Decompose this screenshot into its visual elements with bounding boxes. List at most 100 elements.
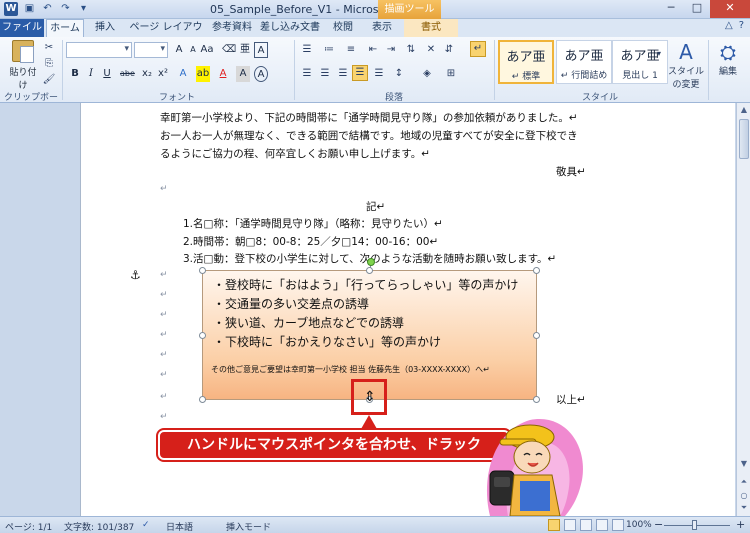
shading-icon[interactable]: ◈ [420,67,434,80]
quick-access-toolbar: ▣ ↶ ↷ ▾ [22,2,91,16]
clear-formatting-button[interactable]: ⌫ [222,42,236,58]
rotation-handle[interactable] [367,258,375,266]
asian-layout-icon[interactable]: ✕ [424,43,438,56]
resize-handle-bottom-right[interactable] [533,396,540,403]
multilevel-list-icon[interactable]: ≡ [344,43,358,56]
italic-button[interactable]: I [84,66,98,82]
list-item: 1.名□称：「通学時間見守り隊」（略称：見守りたい）↵ [183,218,443,230]
copy-icon[interactable]: ⎘ [42,57,56,70]
character-border-button[interactable]: A [254,42,268,58]
borders-icon[interactable]: ⊞ [444,67,458,80]
prev-page-icon[interactable]: ⏶ [739,477,749,487]
show-formatting-marks-icon[interactable]: ↵ [470,41,486,57]
proofing-icon[interactable]: ✓ [142,520,150,530]
cut-icon[interactable]: ✂ [42,41,56,54]
page-count[interactable]: ページ: 1/1 [5,520,52,533]
zoom-in-button[interactable]: + [736,518,745,531]
undo-icon[interactable]: ↶ [40,2,55,16]
word-count[interactable]: 文字数: 101/387 [64,520,134,533]
decrease-indent-icon[interactable]: ⇤ [366,43,380,56]
justify-icon[interactable]: ☰ [352,65,368,81]
shrink-font-button[interactable]: A [186,42,200,58]
scroll-thumb[interactable] [739,119,749,159]
increase-indent-icon[interactable]: ⇥ [384,43,398,56]
drawing-tools-context-label: 描画ツール [378,0,441,19]
resize-handle-top[interactable] [366,267,373,274]
strikethrough-button[interactable]: abe [120,66,135,82]
sort-icon[interactable]: ⇵ [442,43,456,56]
character-shading-button[interactable]: A [236,66,250,82]
font-name-combo[interactable] [66,42,132,58]
distributed-icon[interactable]: ☰ [372,67,386,80]
phonetic-guide-button[interactable]: 亜 [238,42,252,58]
browse-object-icon[interactable]: ○ [739,491,749,500]
collapse-ribbon-icon[interactable]: △ [725,20,733,31]
minimize-button[interactable]: ─ [658,0,684,18]
scroll-down-arrow[interactable]: ▼ [739,459,749,468]
bold-button[interactable]: B [68,66,82,82]
change-styles-button[interactable]: A スタイルの変更 [666,40,706,90]
style-normal[interactable]: あア亜 ↵ 標準 [498,40,554,84]
subscript-button[interactable]: x₂ [140,66,154,82]
paragraph-group-label: 段落 [384,93,403,103]
resize-handle-bottom-left[interactable] [199,396,206,403]
numbering-icon[interactable]: ≔ [322,43,336,56]
paste-button[interactable]: 貼り付け [6,40,40,91]
instruction-callout: ハンドルにマウスポインタを合わせ、ドラック [158,430,510,460]
tab-mailings[interactable]: 差し込み文書 [258,19,322,37]
tab-insert[interactable]: 挿入 [88,19,122,37]
zoom-out-button[interactable]: − [654,518,663,531]
tab-references[interactable]: 参考資料 [208,19,256,37]
redo-icon[interactable]: ↷ [58,2,73,16]
text-effects-button[interactable]: A [176,66,190,82]
underline-button[interactable]: U [100,66,114,82]
zoom-slider-track[interactable] [664,525,730,526]
editing-button[interactable]: ⛭ 編集 [712,40,744,77]
change-case-button[interactable]: Aa [200,42,214,58]
resize-handle-top-right[interactable] [533,267,540,274]
scroll-up-arrow[interactable]: ▲ [739,105,749,114]
bullets-icon[interactable]: ☰ [300,43,314,56]
tab-view[interactable]: 表示 [362,19,402,37]
outline-view-icon[interactable] [596,519,608,531]
font-color-button[interactable]: A [216,66,230,82]
tab-page-layout[interactable]: ページ レイアウト [126,19,206,51]
align-center-icon[interactable]: ☰ [318,67,332,80]
resize-handle-right[interactable] [533,332,540,339]
tab-format[interactable]: 書式 [404,19,458,37]
word-app-icon[interactable]: W [4,2,18,16]
align-right-icon[interactable]: ☰ [336,67,350,80]
customize-icon[interactable]: ▾ [76,2,91,16]
change-styles-label: スタイルの変更 [667,67,704,90]
insert-mode-indicator[interactable]: 挿入モード [226,520,271,533]
resize-handle-left[interactable] [199,332,206,339]
style-no-spacing[interactable]: あア亜 ↵ 行間詰め [556,40,612,84]
help-icon[interactable]: ? [739,20,744,31]
tab-file[interactable]: ファイル [0,19,44,37]
line-spacing-icon[interactable]: ↕ [392,67,406,80]
language-indicator[interactable]: 日本語 [166,520,193,533]
maximize-button[interactable]: □ [684,0,710,18]
grow-font-button[interactable]: A [172,42,186,58]
superscript-button[interactable]: x² [156,66,170,82]
next-page-icon[interactable]: ⏷ [739,503,749,513]
align-left-icon[interactable]: ☰ [300,67,314,80]
styles-more-icon[interactable]: ▾ [652,47,666,60]
resize-handle-top-left[interactable] [199,267,206,274]
format-painter-icon[interactable]: 🖌 [42,73,56,86]
enclose-characters-button[interactable]: A [254,66,268,82]
highlight-button[interactable]: ab [196,66,210,82]
text-direction-icon[interactable]: ⇅ [404,43,418,56]
save-icon[interactable]: ▣ [22,2,37,16]
tab-home[interactable]: ホーム [46,19,84,37]
close-button[interactable]: ✕ [710,0,750,18]
tab-review[interactable]: 校閲 [326,19,360,37]
zoom-level[interactable]: 100% [626,520,652,530]
print-layout-view-icon[interactable] [548,519,560,531]
draft-view-icon[interactable] [612,519,624,531]
web-layout-view-icon[interactable] [580,519,592,531]
font-size-combo[interactable] [134,42,168,58]
full-screen-reading-view-icon[interactable] [564,519,576,531]
zoom-slider-knob[interactable] [692,520,697,530]
vertical-scrollbar[interactable]: ▲ ▼ ⏶ ○ ⏷ [736,103,750,516]
